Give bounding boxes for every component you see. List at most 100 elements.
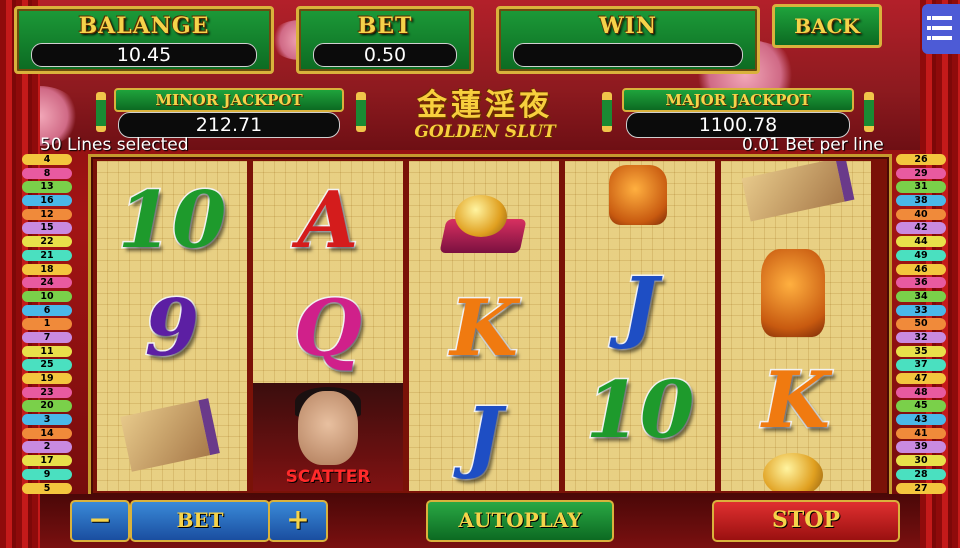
line-number-badge[interactable]: 44: [896, 236, 946, 248]
symbol-cat-statue: [565, 161, 715, 261]
line-number-badge[interactable]: 10: [22, 290, 72, 303]
line-number-badge[interactable]: 20: [22, 400, 72, 412]
major-jackpot-panel: MAJOR JACKPOT 1100.78: [612, 88, 864, 140]
lucky-cat-icon: [761, 249, 825, 337]
menu-dot: [927, 16, 931, 20]
lucky-cat-icon: [609, 165, 667, 225]
reel-3: K J: [409, 161, 559, 491]
menu-line: [932, 26, 952, 30]
symbol-jack: J: [464, 390, 504, 483]
reel-frame: 10 9 A Q SCATTER K J J 10 K: [88, 154, 892, 498]
line-number-badge[interactable]: 6: [22, 304, 72, 316]
symbol-ten: 10: [116, 174, 228, 267]
line-number-badge[interactable]: 36: [896, 277, 946, 289]
scroll-icon: [741, 161, 855, 222]
balance-value: 10.45: [31, 43, 257, 67]
line-number-badge[interactable]: 39: [896, 441, 946, 453]
line-number-badge[interactable]: 12: [22, 208, 72, 221]
line-number-badge[interactable]: 19: [22, 373, 72, 385]
line-number-badge[interactable]: 46: [896, 263, 946, 275]
line-number-badge[interactable]: 28: [896, 468, 946, 481]
line-number-badge[interactable]: 7: [22, 331, 72, 344]
line-number-badge[interactable]: 14: [22, 427, 72, 440]
balance-panel: BALANGE 10.45: [14, 6, 274, 74]
logo-english-text: GOLDEN SLUT: [414, 122, 556, 142]
symbol-jack: J: [620, 260, 660, 353]
symbol-king: K: [449, 282, 520, 375]
line-number-badge[interactable]: 1: [22, 318, 72, 330]
gold-ingot-icon: [763, 453, 823, 491]
line-number-badge[interactable]: 17: [22, 455, 72, 467]
line-number-badge[interactable]: 15: [22, 222, 72, 234]
line-number-badge[interactable]: 49: [896, 249, 946, 262]
line-number-badge[interactable]: 27: [896, 482, 946, 494]
line-number-badge[interactable]: 47: [896, 373, 946, 385]
line-number-badge[interactable]: 34: [896, 290, 946, 303]
symbol-ingot-cushion: [409, 171, 559, 271]
symbol-cat-statue: [721, 245, 871, 345]
balance-label: BALANGE: [78, 13, 210, 39]
symbol-scroll: [97, 387, 247, 487]
line-number-badge[interactable]: 50: [896, 318, 946, 330]
line-number-badge[interactable]: 26: [896, 154, 946, 166]
line-number-badge[interactable]: 16: [22, 195, 72, 207]
bet-increase-button[interactable]: +: [268, 500, 328, 542]
left-line-indicators: 4 8 13 16 12 15 22 21 18 24 10 6 1 7 11 25 19 23 20 3 14 2 17 9…: [22, 154, 72, 496]
line-number-badge[interactable]: 3: [22, 414, 72, 426]
menu-line: [932, 36, 952, 40]
line-number-badge[interactable]: 43: [896, 414, 946, 426]
symbol-queen: Q: [293, 282, 364, 375]
line-number-badge[interactable]: 40: [896, 208, 946, 221]
line-number-badge[interactable]: 38: [896, 195, 946, 207]
line-number-badge[interactable]: 45: [896, 400, 946, 412]
menu-list-icon[interactable]: [922, 4, 960, 54]
line-number-badge[interactable]: 37: [896, 359, 946, 371]
line-number-badge[interactable]: 9: [22, 468, 72, 481]
line-number-badge[interactable]: 22: [22, 236, 72, 248]
logo-chinese-text: 金蓮淫夜: [417, 88, 553, 123]
scroll-icon: [120, 398, 220, 472]
line-number-badge[interactable]: 13: [22, 181, 72, 193]
line-number-badge[interactable]: 31: [896, 181, 946, 193]
line-number-badge[interactable]: 25: [22, 359, 72, 371]
lantern-icon: [356, 92, 366, 132]
line-number-badge[interactable]: 29: [896, 167, 946, 179]
line-number-badge[interactable]: 11: [22, 345, 72, 357]
line-number-badge[interactable]: 21: [22, 249, 72, 262]
autoplay-button[interactable]: AUTOPLAY: [426, 500, 614, 542]
line-number-badge[interactable]: 5: [22, 482, 72, 494]
back-button[interactable]: BACK: [772, 4, 882, 48]
line-number-badge[interactable]: 4: [22, 154, 72, 166]
symbol-king: K: [761, 354, 832, 447]
line-number-badge[interactable]: 2: [22, 441, 72, 453]
menu-dot: [927, 26, 931, 30]
scatter-face-icon: [298, 391, 358, 465]
line-number-badge[interactable]: 23: [22, 386, 72, 398]
line-number-badge[interactable]: 33: [896, 304, 946, 316]
win-panel: WIN: [496, 6, 760, 74]
bet-panel: BET 0.50: [296, 6, 474, 74]
bet-button[interactable]: BET: [130, 500, 270, 542]
line-number-badge[interactable]: 35: [896, 345, 946, 357]
lantern-icon: [864, 92, 874, 132]
bet-per-line-text: 0.01 Bet per line: [742, 135, 884, 155]
line-number-badge[interactable]: 48: [896, 386, 946, 398]
menu-dot: [927, 36, 931, 40]
reel-2: A Q SCATTER: [253, 161, 403, 491]
major-jackpot-label: MAJOR JACKPOT: [622, 88, 854, 112]
back-label: BACK: [794, 14, 860, 38]
line-number-badge[interactable]: 24: [22, 277, 72, 289]
bet-decrease-button[interactable]: −: [70, 500, 130, 542]
bet-value: 0.50: [313, 43, 457, 67]
symbol-nine: 9: [143, 282, 200, 375]
line-number-badge[interactable]: 32: [896, 331, 946, 344]
line-number-badge[interactable]: 42: [896, 222, 946, 234]
symbol-ace: A: [296, 174, 360, 267]
line-number-badge[interactable]: 8: [22, 167, 72, 179]
line-number-badge[interactable]: 41: [896, 427, 946, 440]
line-number-badge[interactable]: 18: [22, 263, 72, 275]
stop-button[interactable]: STOP: [712, 500, 900, 542]
line-number-badge[interactable]: 30: [896, 455, 946, 467]
win-value: [513, 43, 743, 67]
symbol-scatter: SCATTER: [253, 383, 403, 491]
